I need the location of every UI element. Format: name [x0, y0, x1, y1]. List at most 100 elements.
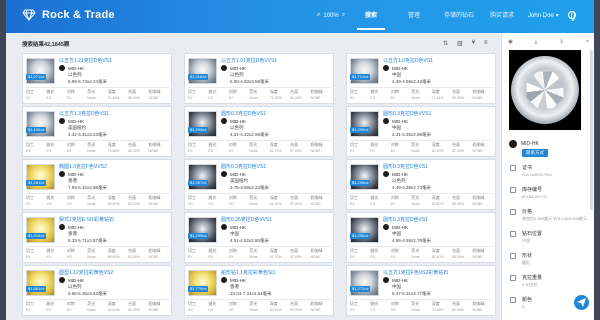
diamond-thumbnail[interactable] — [26, 111, 55, 137]
price-badge: $1,299/ct — [188, 233, 209, 239]
zoom-control[interactable]: ⌕ 100% ⌕ — [317, 12, 345, 19]
diamond-title-link[interactable]: 圆形0.3克拉D色VS1 — [383, 163, 428, 170]
zoom-out-icon[interactable]: ⌕ — [342, 12, 345, 19]
spec-value: NONE — [310, 308, 321, 312]
diamond-card[interactable]: $1,018/ct 以五方1.01克拉D色VVS1 MID-HK 以色列 5.0… — [184, 53, 334, 104]
spec-value: None — [249, 96, 258, 100]
nav-tab-manage[interactable]: 管理 — [404, 0, 424, 33]
diamond-title-link[interactable]: 圆形0.3克拉D色VS1 — [221, 163, 266, 170]
diamond-thumbnail[interactable] — [350, 270, 379, 296]
diamond-title-link[interactable]: 圆形0.3克拉D色VVS1 — [383, 110, 431, 117]
filter-icon[interactable]: ≡ — [484, 40, 488, 47]
diamond-title-link[interactable]: 圆形0.3克拉D色VS1 — [221, 110, 266, 117]
spec-header-row: 切工 抛光 对称 荧光 深度 台面 奶咖绿 — [350, 194, 493, 200]
diamond-title-link[interactable]: 圆形0.35克拉D色VVS1 — [221, 216, 272, 223]
supplier: MID-HK — [383, 65, 408, 71]
spec-label: 切工 — [26, 89, 34, 94]
nav-tab-purchase-requests[interactable]: 购买请求 — [487, 0, 517, 33]
spec-label: 荧光 — [249, 248, 258, 253]
supplier-name: MID-HK — [68, 118, 84, 124]
diamond-thumbnail[interactable] — [188, 58, 217, 84]
diamond-card[interactable]: $1,016/ct 梨式1克拉E SI1彩黄钻石 MID-HK 香港 8.33-… — [22, 212, 172, 263]
diamond-thumbnail[interactable] — [188, 164, 217, 190]
diamond-title-link[interactable]: 以五方1.3克拉D色VS1 — [59, 110, 109, 117]
panel-scrollbar[interactable] — [590, 50, 593, 210]
diamond-thumbnail[interactable] — [26, 164, 55, 190]
diamond-title-link[interactable]: 以五方1.0克拉D色VS1 — [383, 57, 433, 64]
diamond-thumbnail[interactable] — [350, 164, 379, 190]
spec-value: 60.00% — [290, 96, 302, 100]
nav-tab-search[interactable]: 搜索 — [357, 0, 385, 33]
diamond-card[interactable]: $1,299/ct 圆形0.3克拉D色VS1 MID-HK 以色列 4.31-4… — [184, 106, 334, 157]
diamond-card[interactable]: $1,712/ct 以五方1.0克拉D色VS1 MID-HK 中国 4.49-4… — [346, 53, 496, 104]
diamond-thumbnail[interactable] — [350, 111, 379, 137]
origin-location: 中国 — [392, 231, 401, 236]
spec-value: 57.00% — [452, 149, 464, 153]
diamond-title-link[interactable]: 船形钻1.1克拉彩黄色SI1 — [221, 269, 275, 276]
send-message-button[interactable] — [574, 295, 589, 310]
spec-table: 切工 抛光 对称 荧光 深度 台面 奶咖绿 EX EX VG None 66.00% 61.00% NO… — [26, 246, 169, 259]
supplier-logo — [383, 65, 389, 71]
diamond-card[interactable]: $1,299/ct 圆形0.35克拉D色VVS1 MID-HK 中国 4.51-… — [184, 212, 334, 263]
spec-value: 61.50% — [431, 255, 444, 259]
price-badge: $1,299/ct — [350, 127, 371, 133]
spec-value: EX — [208, 255, 214, 259]
diamond-thumbnail[interactable] — [188, 270, 217, 296]
contact-button[interactable]: 联系方式 — [522, 149, 548, 157]
diamond-card[interactable]: $1,299/ct 圆形0.3克拉D色VS1 MID-HK 中国 4.56-4.… — [346, 212, 496, 263]
app-logo[interactable]: Rock & Trade — [22, 9, 115, 21]
spec-value: EX — [26, 308, 31, 312]
spec-value: 71.48% — [107, 96, 120, 100]
supplier-logo — [383, 277, 389, 283]
dimensions: 3.75-3.69x2.23毫米 — [230, 185, 270, 190]
spec-label: 台面 — [452, 195, 461, 200]
spec-header-row: 切工 抛光 对称 荧光 深度 台面 奶咖绿 — [350, 300, 493, 306]
supplier-name: MID-HK — [68, 65, 84, 71]
diamond-title-link[interactable]: 椭圆1.3克拉F色VVS2 — [59, 163, 107, 170]
diamond-card[interactable]: $1,299/ct 圆形0.3克拉D色VS1 MID-HK 以色列 4.49-4… — [346, 159, 496, 210]
spec-label: 台面 — [128, 89, 137, 94]
spec-label: 切工 — [188, 248, 196, 253]
diamond-card[interactable]: $1,281/ct 椭圆1.3克拉F色VVS2 MID-HK 香港 7.59-6… — [22, 159, 172, 210]
user-menu[interactable]: John Doe ▾ — [528, 12, 559, 20]
spec-label: 切工 — [350, 142, 358, 147]
close-icon[interactable]: × — [586, 39, 589, 47]
diamond-thumbnail[interactable] — [26, 58, 55, 84]
diamond-thumbnail[interactable] — [26, 270, 55, 296]
download-icon[interactable]: ⤓ — [535, 39, 537, 47]
diamond-title-link[interactable]: 梨式1克拉E SI1彩黄钻石 — [59, 216, 114, 223]
share-icon[interactable]: ⇪ — [559, 39, 564, 47]
diamond-thumbnail[interactable] — [350, 58, 379, 84]
supplier: MID-HK — [221, 277, 246, 283]
columns-icon[interactable]: ▥ — [457, 40, 463, 47]
diamond-card[interactable]: $1,779/ct 船形钻1.1克拉彩黄色SI1 MID-HK 香港 10.04… — [184, 265, 334, 316]
diamond-thumbnail[interactable] — [350, 217, 379, 243]
diamond-thumbnail[interactable] — [26, 217, 55, 243]
diamond-title-link[interactable]: 以五方1.01克拉D色VVS1 — [221, 57, 277, 64]
spec-value-row: VG VG VG None 61.00% 57.00% NONE — [188, 200, 331, 206]
diamond-card[interactable]: $1,272/ct 以五方1克拉F色VS2彩黄钻石 MID-HK 中国 5.47… — [346, 265, 496, 316]
nav-tab-saved-diamonds[interactable]: 存储的钻石 — [439, 0, 479, 33]
diamond-large-image[interactable] — [509, 50, 581, 130]
language-globe-icon[interactable] — [568, 11, 576, 21]
diamond-card[interactable]: $1,100/ct 以五方1.3克拉D色VS1 MID-HK 美国纽约 4.42… — [22, 106, 172, 157]
spec-label: 奶咖绿 — [148, 248, 161, 253]
diamond-title-link[interactable]: 圆形0.3克拉D色VS1 — [383, 216, 428, 223]
diamond-thumbnail[interactable] — [188, 217, 217, 243]
diamond-title-link[interactable]: 圆型1.12克拉彩黄色VS2 — [59, 269, 113, 276]
sort-icon[interactable]: ⇅ — [443, 40, 448, 47]
diamond-title-link[interactable]: 以五方1.21克拉D色VS1 — [59, 57, 112, 64]
spec-value: EX — [188, 308, 193, 312]
diamond-card[interactable]: $1,981/ct 圆型1.12克拉彩黄色VS2 MID-HK 以色列 6.66… — [22, 265, 172, 316]
diamond-thumbnail[interactable] — [188, 111, 217, 137]
spec-label: 切工 — [188, 195, 196, 200]
spec-value: 66.00% — [107, 255, 120, 259]
diamond-title-link[interactable]: 以五方1克拉F色VS2彩黄钻石 — [383, 269, 448, 276]
currency-icon[interactable]: ¥ — [472, 40, 475, 47]
eye-icon[interactable]: ◉ — [508, 39, 513, 47]
spec-value: 71.44% — [431, 96, 444, 100]
diamond-card[interactable]: $1,299/ct 圆形0.3克拉D色VVS1 MID-HK 中国 4.31-4… — [346, 106, 496, 157]
spec-label: 切工 — [188, 89, 196, 94]
diamond-card[interactable]: $1,057/ct 圆形0.3克拉D色VS1 MID-HK 美国纽约 3.75-… — [184, 159, 334, 210]
diamond-card[interactable]: $1,071/ct 以五方1.21克拉D色VS1 MID-HK 以色列 5.89… — [22, 53, 172, 104]
